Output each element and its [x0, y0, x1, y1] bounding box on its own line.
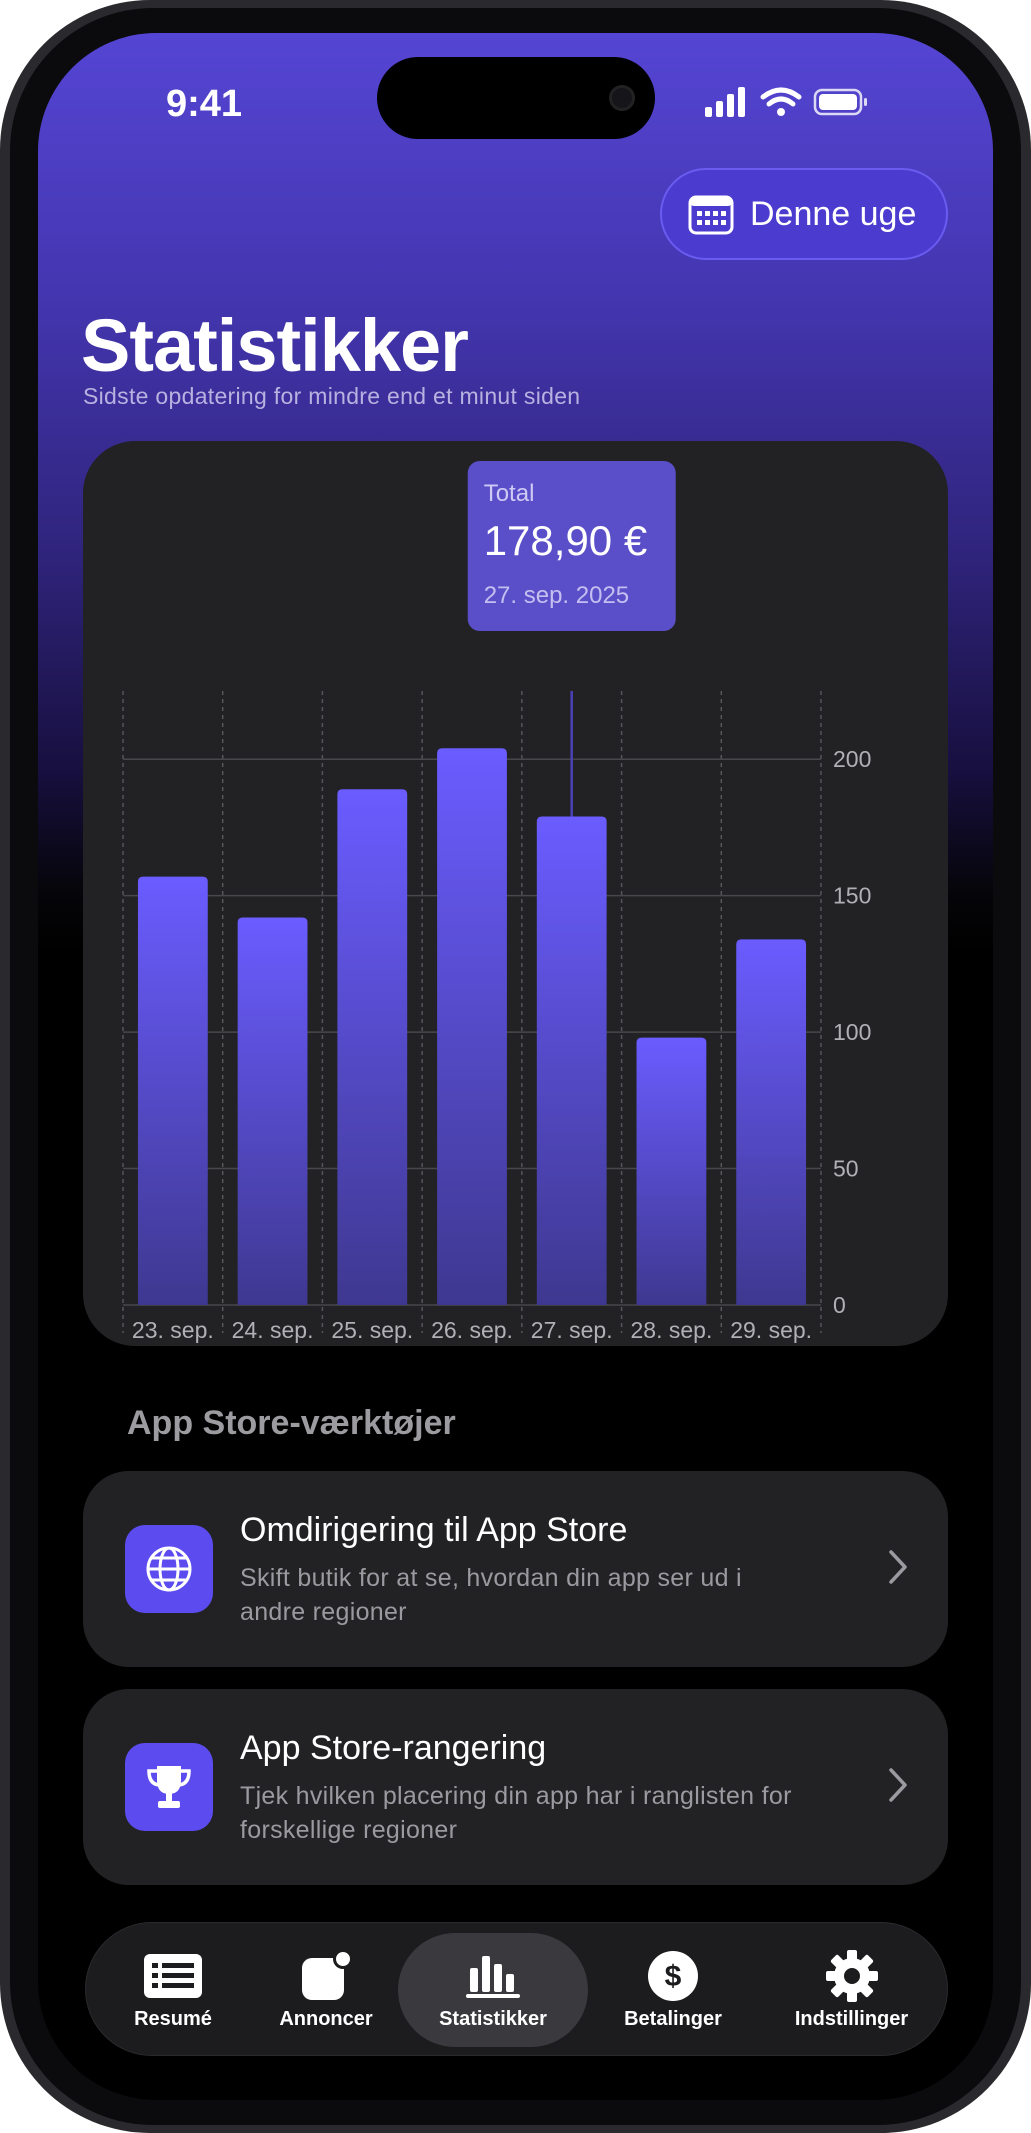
globe-icon: [125, 1525, 213, 1613]
camera-icon: [609, 85, 635, 111]
chart-bar: [237, 917, 308, 1305]
status-icons: [705, 87, 867, 117]
gear-icon: [825, 1949, 879, 2002]
y-tick-label: 0: [833, 1292, 846, 1318]
side-button: [0, 290, 8, 350]
period-selector-label: Denne uge: [750, 194, 917, 233]
tool-title: Omdirigering til App Store: [240, 1511, 628, 1549]
app-store-ranking-card[interactable]: App Store-rangering Tjek hvilken placeri…: [83, 1689, 948, 1885]
chart-bar: [437, 748, 507, 1305]
tooltip-date: 27. sep. 2025: [484, 582, 629, 609]
signal-icon: [705, 87, 745, 117]
last-updated-text: Sidste opdatering for mindre end et minu…: [83, 383, 581, 409]
x-tick-label: 25. sep.: [331, 1317, 413, 1343]
dynamic-island: [377, 57, 655, 139]
dollar-icon: $: [647, 1950, 699, 2002]
chart-bar: [137, 876, 208, 1305]
tab-annoncer[interactable]: Annoncer: [251, 1923, 401, 2057]
tool-description: Skift butik for at se, hvordan din app s…: [240, 1564, 742, 1626]
side-button: [0, 535, 8, 647]
tooltip-value: 178,90 €: [484, 517, 648, 564]
tab-label: Betalinger: [624, 2007, 722, 2030]
x-tick-label: 28. sep.: [631, 1317, 713, 1343]
x-tick-label: 23. sep.: [132, 1317, 214, 1343]
chart-bar: [536, 816, 607, 1305]
chevron-right-icon: [889, 1768, 907, 1802]
ad-notification-icon: [300, 1949, 352, 2002]
app-store-redirect-card[interactable]: Omdirigering til App Store Skift butik f…: [83, 1471, 948, 1667]
tab-label: Resumé: [134, 2007, 212, 2030]
tab-bar: Resumé Annoncer Statistikker $ Betalinge…: [85, 1922, 948, 2056]
calendar-icon: [688, 195, 734, 235]
wifi-icon: [760, 87, 802, 116]
x-tick-label: 29. sep.: [730, 1317, 812, 1343]
trophy-icon: [125, 1743, 213, 1831]
svg-text:$: $: [665, 1960, 682, 1993]
period-selector-button[interactable]: Denne uge: [660, 168, 948, 260]
y-tick-label: 200: [833, 746, 871, 772]
revenue-bar-chart[interactable]: 0 50 100 150 200 23. sep. 24. sep. 25. sep. 26. …: [83, 441, 948, 1346]
tab-label: Statistikker: [439, 2007, 547, 2030]
x-tick-label: 26. sep.: [431, 1317, 513, 1343]
page-title: Statistikker: [81, 304, 469, 387]
tool-description: Tjek hvilken placering din app har i ran…: [240, 1782, 792, 1844]
screen: 9:41 Denne uge Statistikker Sidste opdat…: [38, 33, 993, 2100]
chart-bar: [636, 1037, 707, 1305]
tooltip-label: Total: [484, 480, 535, 507]
side-button: [0, 395, 8, 507]
tab-label: Indstillinger: [794, 2007, 909, 2030]
y-tick-label: 100: [833, 1019, 871, 1045]
x-tick-label: 27. sep.: [531, 1317, 613, 1343]
tab-indstillinger[interactable]: Indstillinger: [764, 1923, 939, 2057]
x-tick-label: 24. sep.: [232, 1317, 314, 1343]
section-title-tools: App Store-værktøjer: [127, 1404, 456, 1442]
chevron-right-icon: [889, 1550, 907, 1584]
tab-resume[interactable]: Resumé: [98, 1923, 248, 2057]
y-tick-label: 50: [833, 1156, 859, 1182]
battery-icon: [813, 88, 867, 116]
list-icon: [144, 1950, 202, 2002]
tool-title: App Store-rangering: [240, 1729, 547, 1767]
y-tick-label: 150: [833, 883, 871, 909]
bar-chart-icon: [466, 1950, 520, 2002]
phone-frame: 9:41 Denne uge Statistikker Sidste opdat…: [0, 0, 1031, 2133]
tab-label: Annoncer: [279, 2007, 373, 2030]
chart-bar: [337, 789, 408, 1305]
tab-statistikker[interactable]: Statistikker: [398, 1933, 588, 2047]
revenue-chart-card[interactable]: 0 50 100 150 200 23. sep. 24. sep. 25. sep. 26. …: [83, 441, 948, 1346]
tab-betalinger[interactable]: $ Betalinger: [598, 1923, 748, 2057]
chart-bar: [736, 939, 807, 1305]
status-time: 9:41: [166, 83, 243, 125]
